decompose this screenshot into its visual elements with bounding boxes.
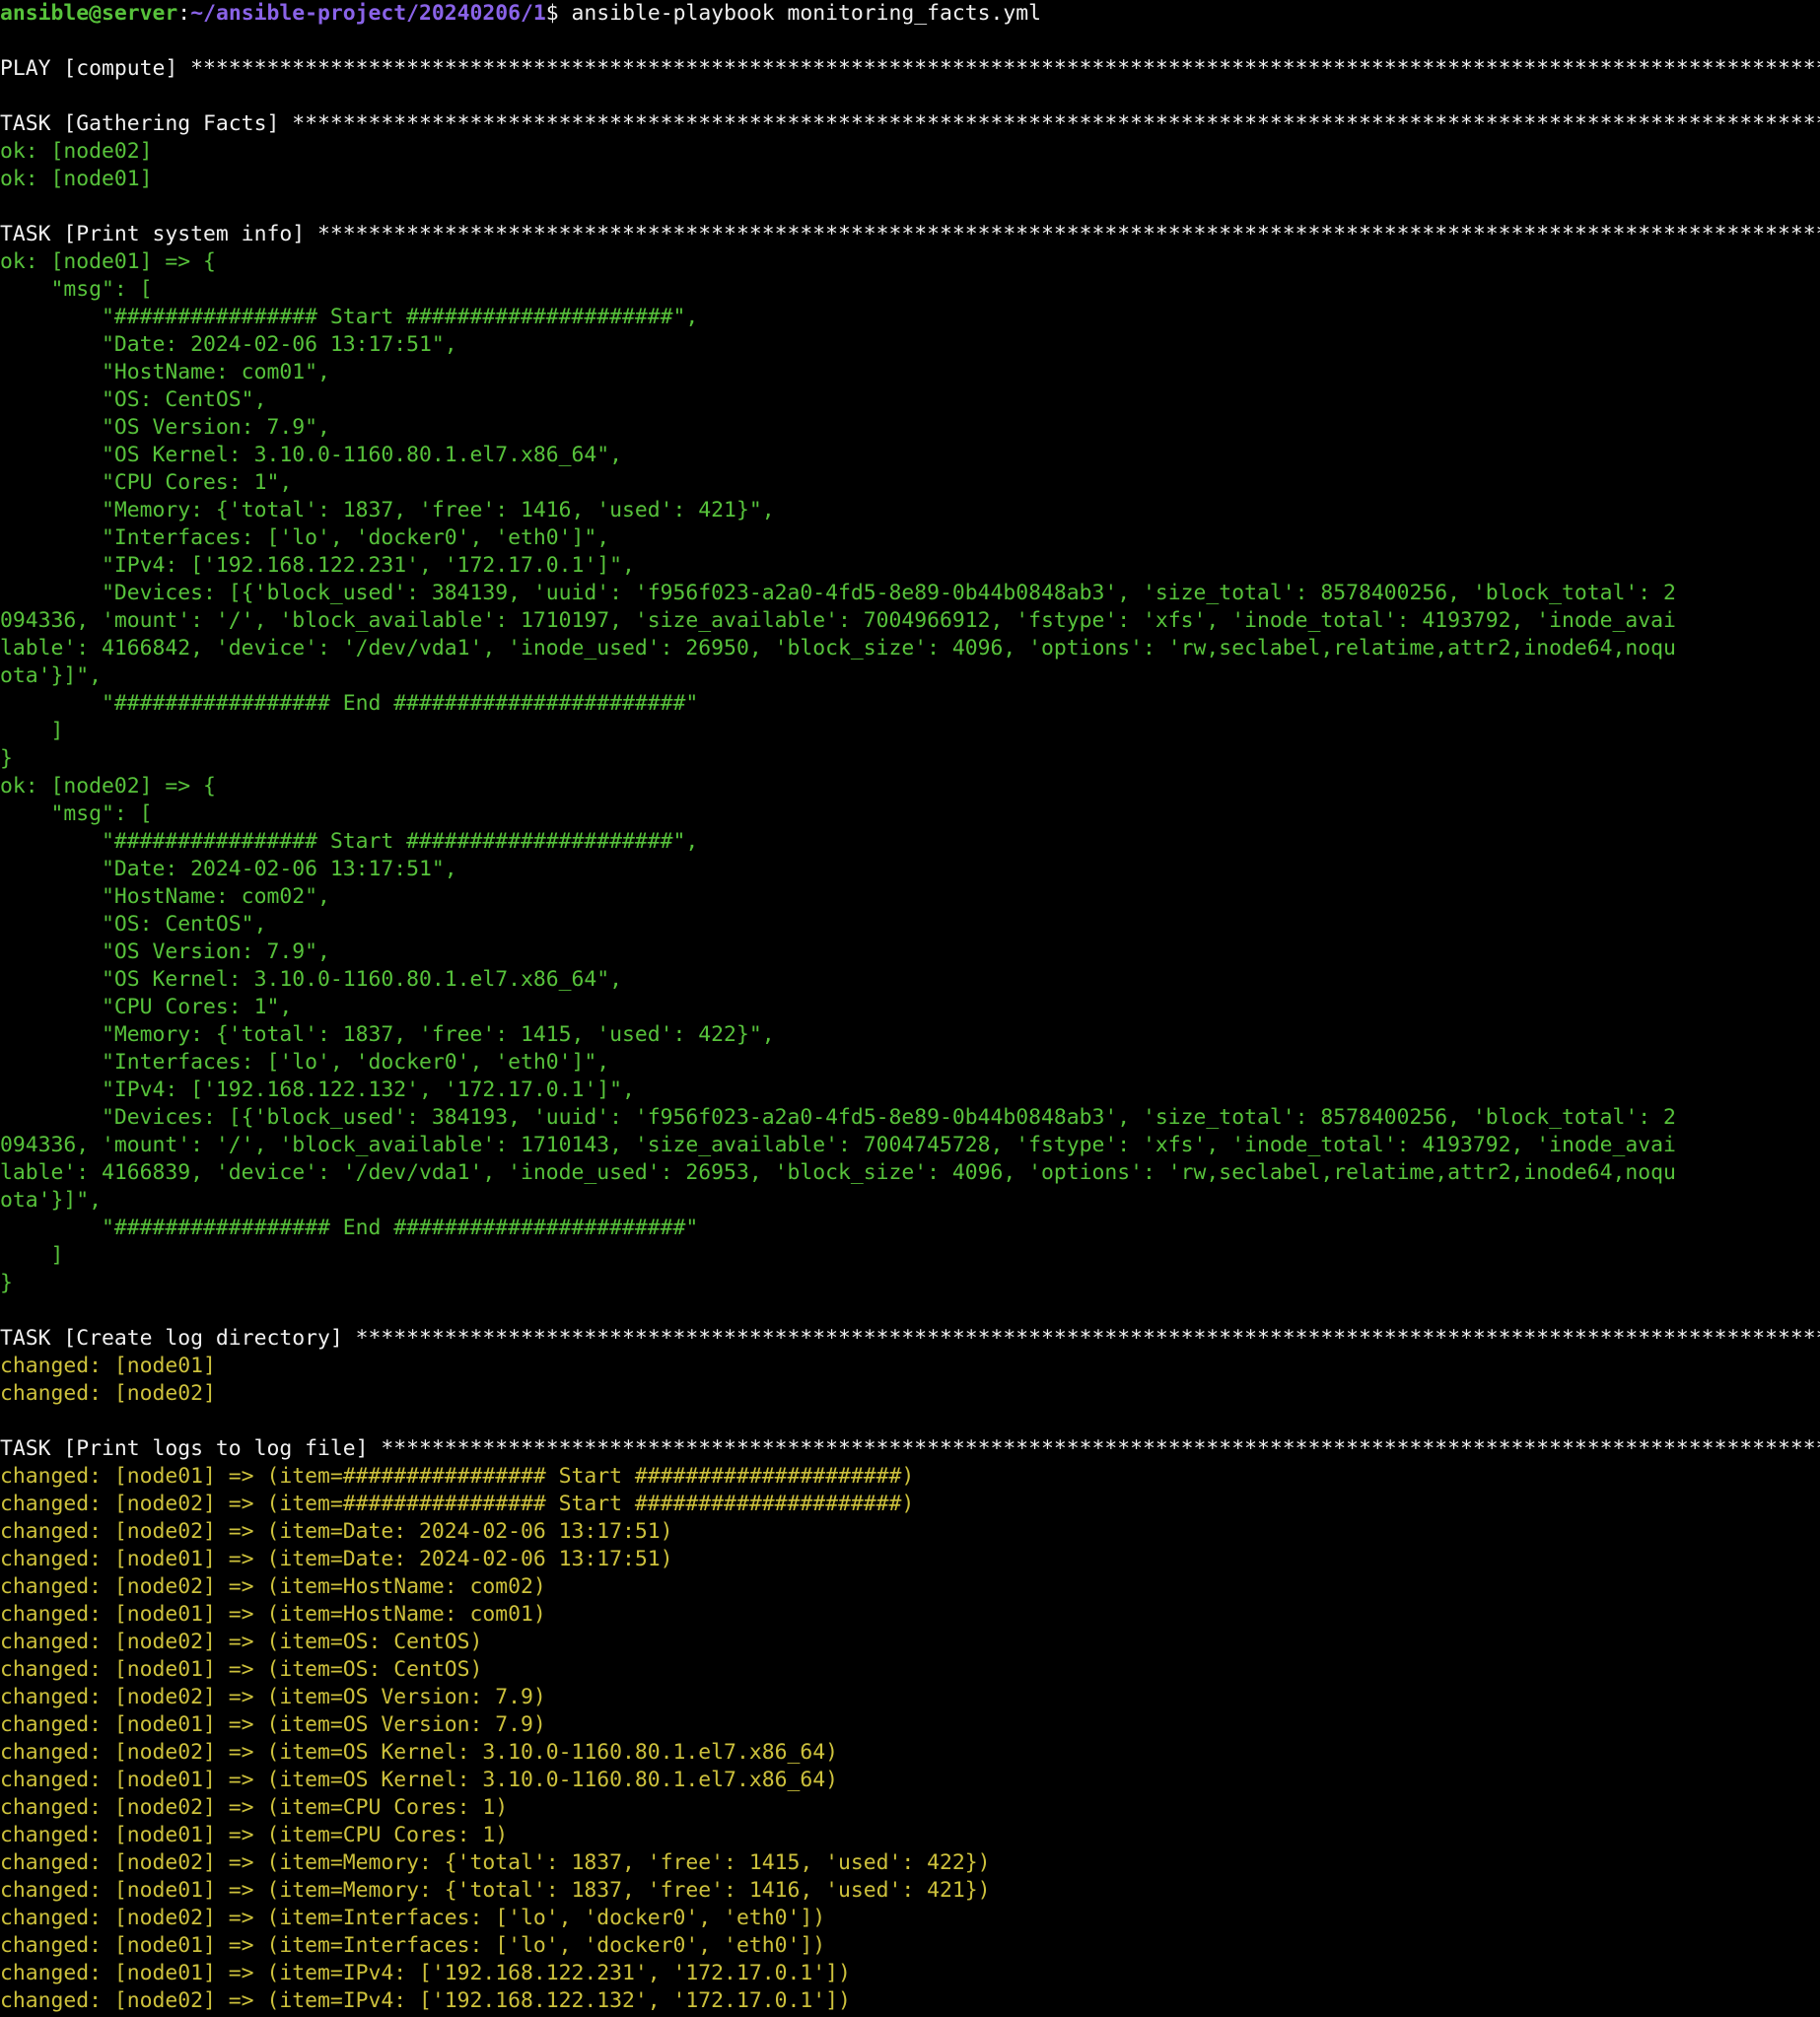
terminal-output: PLAY [compute] *************************… <box>0 28 1820 2015</box>
terminal-output-line: TASK [Print system info] ***************… <box>0 222 1820 246</box>
terminal-output-line: changed: [node02] => (item=OS: CentOS) <box>0 1630 483 1654</box>
terminal-output-line: "################# End #################… <box>0 691 699 716</box>
terminal-output-line: lable': 4166842, 'device': '/dev/vda1', … <box>0 636 1676 661</box>
terminal-output-line: "CPU Cores: 1", <box>0 470 293 495</box>
terminal-output-line: "################ Start ################… <box>0 305 699 329</box>
terminal-output-line: changed: [node01] => (item=IPv4: ['192.1… <box>0 1961 851 1985</box>
terminal-output-line: "Devices: [{'block_used': 384139, 'uuid'… <box>0 581 1676 605</box>
prompt-separator: : <box>177 1 191 26</box>
terminal-output-line: "msg": [ <box>0 277 153 302</box>
shell-prompt-line: ansible@server:~/ansible-project/2024020… <box>0 0 1820 28</box>
terminal-output-line: "Interfaces: ['lo', 'docker0', 'eth0']", <box>0 525 610 550</box>
terminal-output-line: "msg": [ <box>0 801 153 826</box>
prompt-user-host: ansible@server <box>0 1 178 26</box>
terminal-output-line: 094336, 'mount': '/', 'block_available':… <box>0 1133 1676 1157</box>
prompt-symbol: $ <box>545 1 559 26</box>
terminal-output-line: changed: [node01] => (item=HostName: com… <box>0 1602 546 1627</box>
terminal-output-line: "HostName: com02", <box>0 884 330 909</box>
terminal-window[interactable]: ansible@server:~/ansible-project/2024020… <box>0 0 1820 2017</box>
terminal-output-line: changed: [node02] => (item=HostName: com… <box>0 1574 546 1599</box>
terminal-output-line: } <box>0 1271 13 1295</box>
terminal-output-line: changed: [node02] => (item=Memory: {'tot… <box>0 1850 991 1875</box>
terminal-output-line: changed: [node02] => (item=#############… <box>0 1492 915 1516</box>
terminal-output-line: TASK [Create log directory] ************… <box>0 1326 1820 1351</box>
terminal-output-line: PLAY [compute] *************************… <box>0 56 1820 81</box>
terminal-output-line: "Interfaces: ['lo', 'docker0', 'eth0']", <box>0 1050 610 1075</box>
terminal-output-line: "OS: CentOS", <box>0 912 267 937</box>
terminal-output-line: changed: [node02] <box>0 1381 216 1406</box>
terminal-output-line: "Memory: {'total': 1837, 'free': 1416, '… <box>0 498 775 522</box>
terminal-output-line: ok: [node02] <box>0 139 153 164</box>
terminal-output-line: changed: [node02] => (item=Date: 2024-02… <box>0 1519 673 1544</box>
terminal-output-line: "OS Version: 7.9", <box>0 939 330 964</box>
terminal-output-line: "CPU Cores: 1", <box>0 995 293 1019</box>
terminal-output-line: "IPv4: ['192.168.122.231', '172.17.0.1']… <box>0 553 635 578</box>
terminal-output-line: changed: [node01] => (item=Date: 2024-02… <box>0 1547 673 1571</box>
terminal-output-line: "Date: 2024-02-06 13:17:51", <box>0 857 457 881</box>
terminal-output-line: changed: [node01] => (item=OS: CentOS) <box>0 1657 483 1682</box>
terminal-output-line: changed: [node02] => (item=CPU Cores: 1) <box>0 1795 509 1820</box>
terminal-output-line: changed: [node02] => (item=IPv4: ['192.1… <box>0 1988 851 2013</box>
terminal-output-line: ota'}]", <box>0 663 103 688</box>
terminal-output-line: "Date: 2024-02-06 13:17:51", <box>0 332 457 357</box>
terminal-output-line: } <box>0 746 13 771</box>
terminal-output-line: "Memory: {'total': 1837, 'free': 1415, '… <box>0 1022 775 1047</box>
terminal-output-line: "HostName: com01", <box>0 360 330 384</box>
terminal-output-line: changed: [node01] => (item=OS Version: 7… <box>0 1712 546 1737</box>
terminal-output-line: "OS Kernel: 3.10.0-1160.80.1.el7.x86_64"… <box>0 443 623 467</box>
terminal-output-line: "################ Start ################… <box>0 829 699 854</box>
terminal-output-line: ok: [node01] <box>0 167 153 191</box>
terminal-output-line: TASK [Gathering Facts] *****************… <box>0 111 1820 136</box>
terminal-output-line: changed: [node01] => (item=Interfaces: [… <box>0 1933 826 1958</box>
terminal-output-line: changed: [node01] => (item=OS Kernel: 3.… <box>0 1768 838 1792</box>
terminal-output-line: changed: [node01] => (item=CPU Cores: 1) <box>0 1823 509 1847</box>
terminal-output-line: "IPv4: ['192.168.122.132', '172.17.0.1']… <box>0 1078 635 1102</box>
terminal-output-line: TASK [Print logs to log file] **********… <box>0 1436 1820 1461</box>
terminal-output-line: ok: [node02] => { <box>0 774 216 799</box>
terminal-output-line: changed: [node01] <box>0 1354 216 1378</box>
prompt-command: ansible-playbook monitoring_facts.yml <box>558 1 1042 26</box>
terminal-output-line: changed: [node01] => (item=Memory: {'tot… <box>0 1878 991 1903</box>
terminal-output-line: ] <box>0 1243 64 1268</box>
terminal-output-line: "OS: CentOS", <box>0 387 267 412</box>
terminal-output-line: ] <box>0 719 64 743</box>
terminal-output-line: "OS Version: 7.9", <box>0 415 330 440</box>
terminal-output-line: changed: [node02] => (item=Interfaces: [… <box>0 1906 826 1930</box>
prompt-path: ~/ansible-project/20240206/1 <box>190 1 546 26</box>
terminal-output-line: ok: [node01] => { <box>0 249 216 274</box>
terminal-output-line: 094336, 'mount': '/', 'block_available':… <box>0 608 1676 633</box>
terminal-output-line: "OS Kernel: 3.10.0-1160.80.1.el7.x86_64"… <box>0 967 623 992</box>
terminal-output-line: changed: [node01] => (item=#############… <box>0 1464 915 1489</box>
terminal-output-line: changed: [node02] => (item=OS Version: 7… <box>0 1685 546 1709</box>
terminal-output-line: ota'}]", <box>0 1188 103 1213</box>
terminal-output-line: lable': 4166839, 'device': '/dev/vda1', … <box>0 1160 1676 1185</box>
terminal-output-line: changed: [node02] => (item=OS Kernel: 3.… <box>0 1740 838 1765</box>
terminal-output-line: "################# End #################… <box>0 1216 699 1240</box>
terminal-output-line: "Devices: [{'block_used': 384193, 'uuid'… <box>0 1105 1676 1130</box>
